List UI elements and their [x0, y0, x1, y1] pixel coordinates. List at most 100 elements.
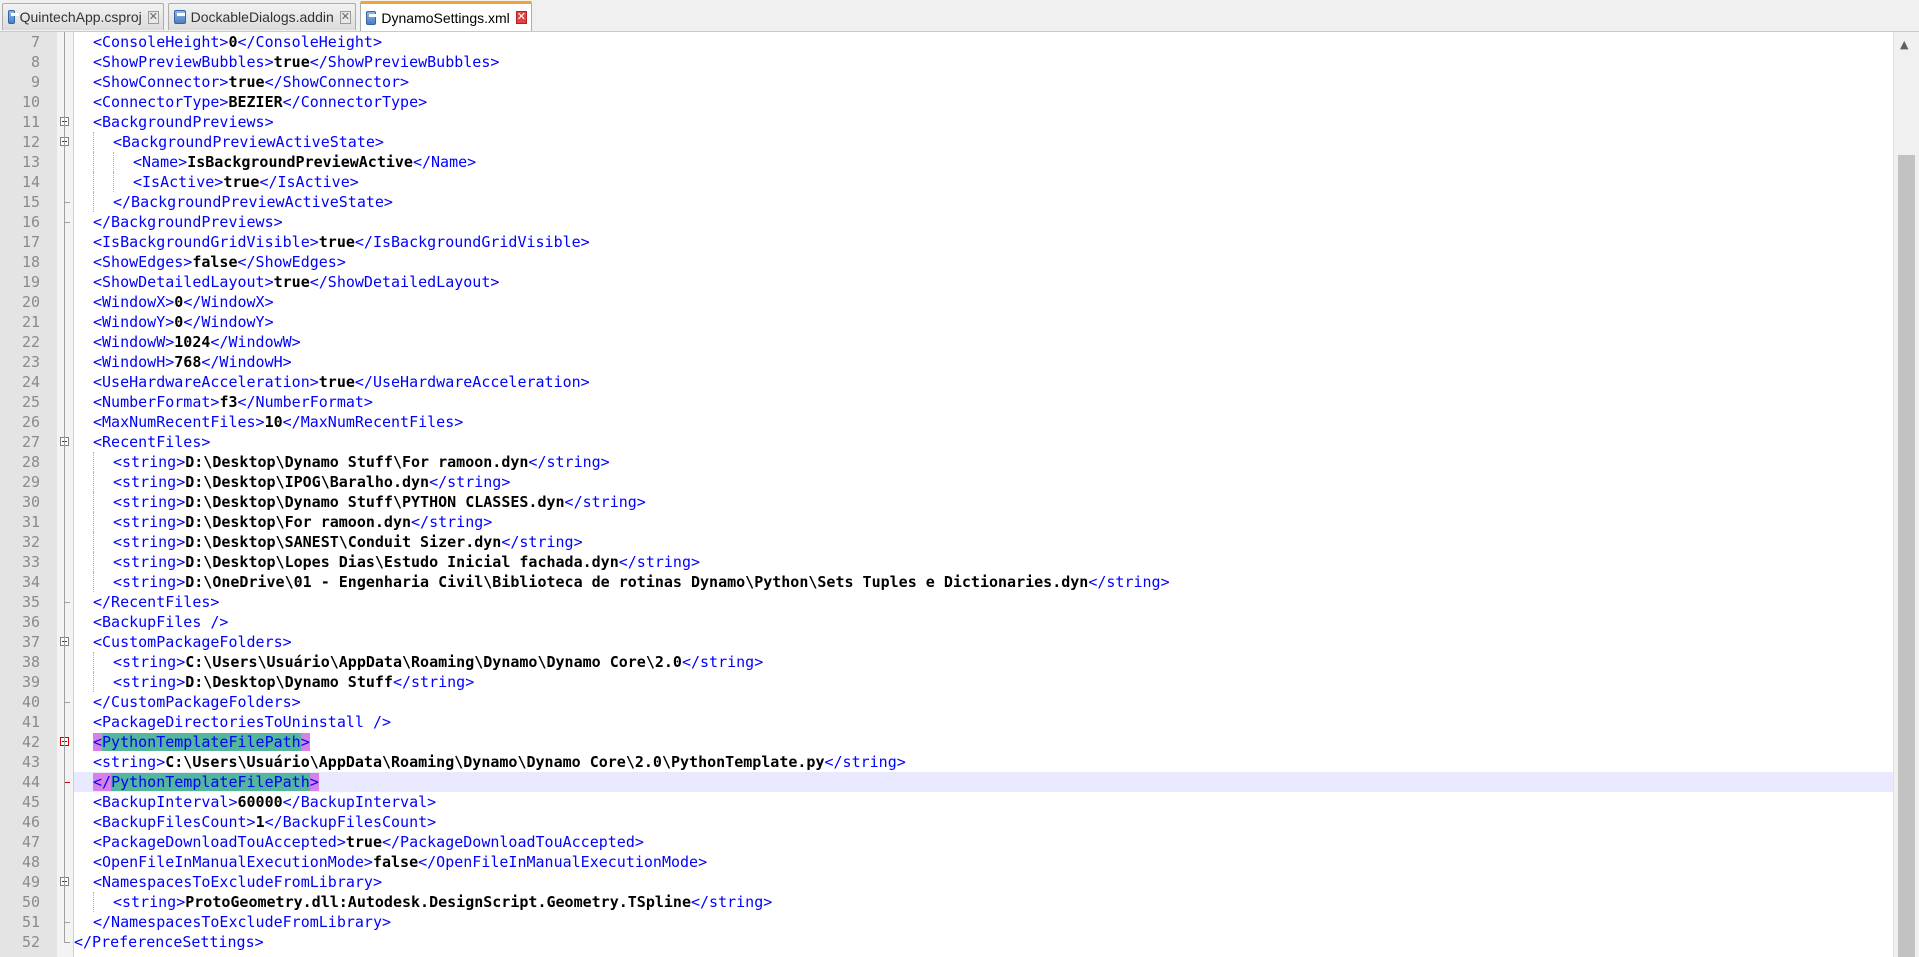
code-line[interactable]: <string>C:\Users\Usuário\AppData\Roaming… [74, 652, 1919, 672]
tab-quintechapp-csproj[interactable]: QuintechApp.csproj ✕ [2, 3, 164, 30]
code-line[interactable]: <ShowEdges>false</ShowEdges> [74, 252, 1913, 272]
line-number: 30 [21, 493, 40, 511]
code-line[interactable]: <IsBackgroundGridVisible>true</IsBackgro… [74, 232, 1913, 252]
close-tab-icon[interactable]: ✕ [147, 10, 159, 24]
fold-margin[interactable] [57, 32, 73, 957]
xml-value: 768 [174, 353, 202, 371]
xml-tag: <RecentFiles> [93, 433, 211, 451]
xml-tag: </string> [1088, 573, 1170, 591]
xml-value: 1 [255, 813, 265, 831]
xml-tag: </Name> [412, 153, 477, 171]
xml-value: D:\Desktop\IPOG\Baralho.dyn [185, 473, 430, 491]
code-line[interactable]: </PreferenceSettings> [74, 932, 1894, 952]
code-line[interactable]: <CustomPackageFolders> [74, 632, 1913, 652]
code-line[interactable]: <BackgroundPreviews> [74, 112, 1913, 132]
xml-tag: <IsBackgroundGridVisible> [93, 233, 319, 251]
close-tab-icon[interactable]: ✕ [515, 11, 527, 24]
xml-tag: </string> [824, 753, 906, 771]
xml-value: D:\Desktop\Dynamo Stuff\For ramoon.dyn [185, 453, 529, 471]
indent-guide [93, 572, 94, 592]
indent-guide [93, 492, 94, 512]
xml-tag: <string> [93, 753, 166, 771]
xml-tag: <string> [113, 513, 186, 531]
code-line[interactable]: <WindowX>0</WindowX> [74, 292, 1913, 312]
code-line[interactable]: <OpenFileInManualExecutionMode>false</Op… [74, 852, 1913, 872]
line-number: 26 [21, 413, 40, 431]
xml-tag: </IsActive> [259, 173, 359, 191]
code-line[interactable]: <ConsoleHeight>0</ConsoleHeight> [74, 32, 1913, 52]
xml-value: true [228, 73, 265, 91]
xml-tag: <WindowW> [93, 333, 175, 351]
code-line[interactable]: </BackgroundPreviewActiveState> [74, 192, 1919, 212]
xml-tag: </ShowPreviewBubbles> [309, 53, 500, 71]
scrollbar-thumb[interactable] [1898, 155, 1915, 957]
code-line[interactable]: <string>C:\Users\Usuário\AppData\Roaming… [74, 752, 1913, 772]
code-line[interactable]: <WindowH>768</WindowH> [74, 352, 1913, 372]
tab-dynamosettings-xml[interactable]: DynamoSettings.xml ✕ [360, 1, 532, 31]
tab-dockabledialogs-addin[interactable]: DockableDialogs.addin ✕ [168, 3, 356, 30]
line-number: 8 [30, 53, 40, 71]
xml-value: true [273, 273, 310, 291]
code-line[interactable]: <string>D:\OneDrive\01 - Engenharia Civi… [74, 572, 1919, 592]
line-number: 7 [30, 33, 40, 51]
code-line[interactable]: <MaxNumRecentFiles>10</MaxNumRecentFiles… [74, 412, 1913, 432]
code-line[interactable]: </PythonTemplateFilePath> [74, 772, 1913, 792]
xml-tag: <string> [113, 653, 186, 671]
code-editor[interactable]: 7 8 9 10 11 12 13 14 15 16 17 18 19 20 21 22 23 24 25 26 27 2… [0, 32, 1919, 957]
xml-tag: </ShowEdges> [237, 253, 346, 271]
line-number: 47 [21, 833, 40, 851]
xml-tag: </UseHardwareAcceleration> [354, 373, 590, 391]
code-line[interactable]: </CustomPackageFolders> [74, 692, 1913, 712]
code-line[interactable]: <Name>IsBackgroundPreviewActive</Name> [74, 152, 1919, 172]
code-line[interactable]: <PackageDirectoriesToUninstall /> [74, 712, 1913, 732]
xml-tag: <WindowY> [93, 313, 175, 331]
xml-value: true [223, 173, 260, 191]
code-line[interactable]: <WindowY>0</WindowY> [74, 312, 1913, 332]
code-line[interactable]: <IsActive>true</IsActive> [74, 172, 1919, 192]
line-number: 35 [21, 593, 40, 611]
code-line[interactable]: <NumberFormat>f3</NumberFormat> [74, 392, 1913, 412]
close-tab-icon[interactable]: ✕ [339, 10, 351, 24]
code-area[interactable]: <ConsoleHeight>0</ConsoleHeight> <ShowPre… [74, 32, 1913, 957]
indent-guide [93, 532, 94, 552]
code-line[interactable]: </NamespacesToExcludeFromLibrary> [74, 912, 1913, 932]
xml-tag: <WindowH> [93, 353, 175, 371]
xml-value: D:\Desktop\Lopes Dias\Estudo Inicial fac… [185, 553, 619, 571]
code-line[interactable]: <ConnectorType>BEZIER</ConnectorType> [74, 92, 1913, 112]
xml-value: 1024 [174, 333, 211, 351]
xml-tag: <PackageDownloadTouAccepted> [93, 833, 346, 851]
code-line[interactable]: <string>ProtoGeometry.dll:Autodesk.Desig… [74, 892, 1919, 912]
xml-tag: </string> [501, 533, 583, 551]
code-line[interactable]: <BackupInterval>60000</BackupInterval> [74, 792, 1913, 812]
scroll-up-arrow-icon[interactable]: ▲ [1900, 38, 1908, 51]
code-line[interactable]: <WindowW>1024</WindowW> [74, 332, 1913, 352]
code-line[interactable]: </BackgroundPreviews> [74, 212, 1913, 232]
code-line[interactable]: <BackgroundPreviewActiveState> [74, 132, 1919, 152]
code-line[interactable]: <RecentFiles> [74, 432, 1913, 452]
xml-tag: <string> [113, 453, 186, 471]
code-line[interactable]: <BackupFiles /> [74, 612, 1913, 632]
code-line[interactable]: </RecentFiles> [74, 592, 1913, 612]
xml-value: D:\OneDrive\01 - Engenharia Civil\Biblio… [185, 573, 1089, 591]
indent-guide [113, 172, 114, 192]
line-number: 10 [21, 93, 40, 111]
line-number: 52 [21, 933, 40, 951]
code-line[interactable]: <PythonTemplateFilePath> [74, 732, 1913, 752]
code-line[interactable]: <string>D:\Desktop\Dynamo Stuff</string> [74, 672, 1919, 692]
code-line[interactable]: <ShowPreviewBubbles>true</ShowPreviewBub… [74, 52, 1913, 72]
code-line[interactable]: <BackupFilesCount>1</BackupFilesCount> [74, 812, 1913, 832]
code-line[interactable]: <string>D:\Desktop\SANEST\Conduit Sizer.… [74, 532, 1919, 552]
code-line[interactable]: <UseHardwareAcceleration>true</UseHardwa… [74, 372, 1913, 392]
xml-tag: <UseHardwareAcceleration> [93, 373, 319, 391]
xml-tag: <string> [113, 473, 186, 491]
code-line[interactable]: <PackageDownloadTouAccepted>true</Packag… [74, 832, 1913, 852]
vertical-scrollbar[interactable]: ▲ [1893, 32, 1919, 957]
code-line[interactable]: <string>D:\Desktop\Dynamo Stuff\PYTHON C… [74, 492, 1919, 512]
code-line[interactable]: <string>D:\Desktop\For ramoon.dyn</strin… [74, 512, 1919, 532]
code-line[interactable]: <ShowConnector>true</ShowConnector> [74, 72, 1913, 92]
code-line[interactable]: <NamespacesToExcludeFromLibrary> [74, 872, 1913, 892]
code-line[interactable]: <string>D:\Desktop\IPOG\Baralho.dyn</str… [74, 472, 1919, 492]
code-line[interactable]: <ShowDetailedLayout>true</ShowDetailedLa… [74, 272, 1913, 292]
code-line[interactable]: <string>D:\Desktop\Lopes Dias\Estudo Ini… [74, 552, 1919, 572]
code-line[interactable]: <string>D:\Desktop\Dynamo Stuff\For ramo… [74, 452, 1919, 472]
